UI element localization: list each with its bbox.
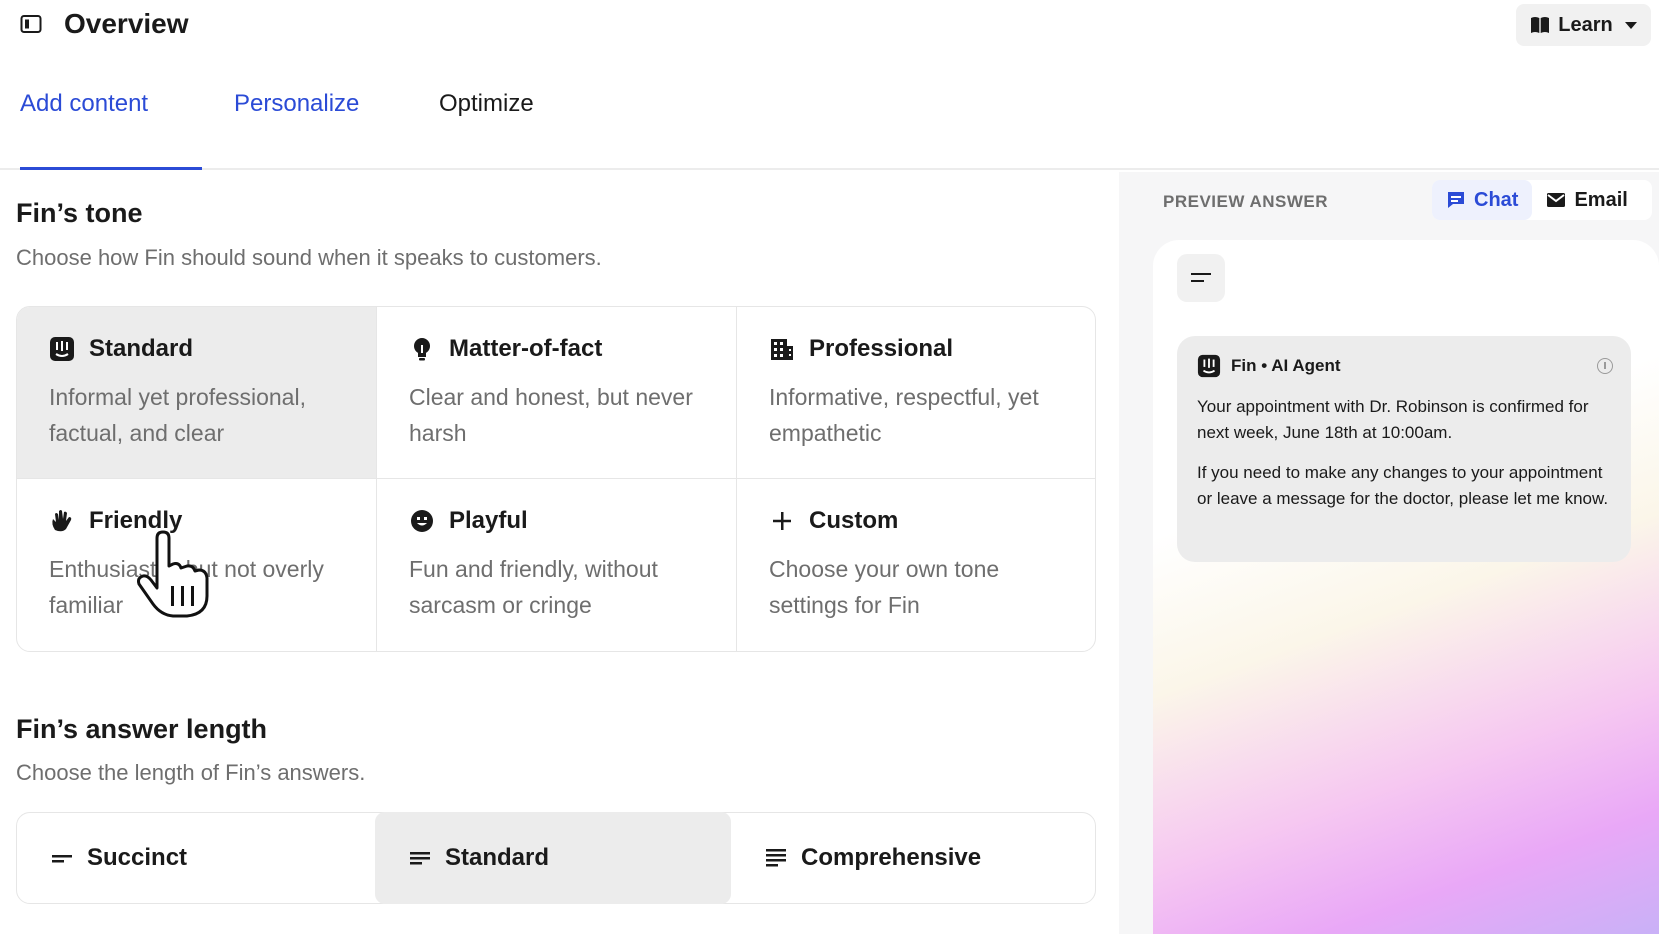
message-paragraph: Your appointment with Dr. Robinson is co… bbox=[1197, 397, 1589, 442]
fin-logo-icon bbox=[50, 337, 74, 361]
chevron-down-icon bbox=[1624, 21, 1637, 29]
tone-label: Playful bbox=[449, 507, 528, 534]
tone-section-title: Fin’s tone bbox=[16, 198, 143, 228]
smiley-icon bbox=[411, 510, 433, 532]
tone-label: Matter-of-fact bbox=[449, 335, 603, 362]
medium-lines-icon bbox=[410, 852, 430, 865]
menu-icon bbox=[1191, 273, 1211, 282]
length-label: Succinct bbox=[87, 844, 188, 871]
tone-description: Clear and honest, but never harsh bbox=[409, 384, 693, 446]
sidebar-toggle-icon[interactable] bbox=[20, 14, 42, 34]
tone-section-description: Choose how Fin should sound when it spea… bbox=[16, 245, 602, 270]
waving-hand-icon bbox=[52, 510, 72, 532]
tone-description: Informal yet professional, factual, and … bbox=[49, 384, 306, 446]
chat-icon bbox=[1448, 192, 1464, 208]
lightbulb-icon bbox=[414, 338, 430, 361]
tone-label: Custom bbox=[809, 507, 899, 534]
email-label: Email bbox=[1574, 188, 1628, 211]
tone-description: Fun and friendly, without sarcasm or cri… bbox=[409, 556, 658, 618]
menu-button[interactable] bbox=[1177, 254, 1225, 302]
tab-personalize[interactable]: Personalize bbox=[234, 90, 359, 118]
length-label: Standard bbox=[445, 844, 550, 871]
ai-message-bubble: Fin • AI Agent Your appointment with Dr.… bbox=[1177, 336, 1631, 562]
info-icon[interactable] bbox=[1597, 358, 1613, 374]
tone-description: Choose your own tone settings for Fin bbox=[769, 556, 1000, 618]
email-icon bbox=[1547, 193, 1566, 207]
length-option-standard[interactable]: Standard bbox=[375, 812, 731, 904]
length-label: Comprehensive bbox=[801, 844, 982, 871]
preview-answer-label: PREVIEW ANSWER bbox=[1163, 192, 1329, 211]
sender-name: Fin • AI Agent bbox=[1231, 356, 1341, 375]
long-lines-icon bbox=[766, 849, 786, 867]
learn-label: Learn bbox=[1558, 13, 1613, 36]
message-paragraph: If you need to make any changes to your … bbox=[1197, 463, 1609, 508]
length-section-title: Fin’s answer length bbox=[16, 714, 268, 744]
tone-label: Professional bbox=[809, 335, 954, 362]
chat-preview-window: Fin • AI Agent Your appointment with Dr.… bbox=[1153, 240, 1659, 934]
tone-label: Standard bbox=[89, 335, 194, 362]
channel-switch: Chat Email bbox=[1432, 180, 1652, 220]
tone-option-standard[interactable]: Standard Informal yet professional, fact… bbox=[17, 307, 377, 479]
tone-option-matter-of-fact[interactable]: Matter-of-fact Clear and honest, but nev… bbox=[377, 307, 737, 479]
hand-pointer-cursor-icon bbox=[137, 530, 209, 618]
tone-option-professional[interactable]: Professional Informative, respectful, ye… bbox=[737, 307, 1095, 479]
page-title: Overview bbox=[64, 8, 189, 39]
length-option-succinct[interactable]: Succinct bbox=[17, 813, 375, 903]
email-channel-button[interactable]: Email bbox=[1532, 189, 1641, 212]
building-icon bbox=[771, 339, 793, 360]
length-options: Succinct Standard Comprehensive bbox=[16, 812, 1096, 904]
learn-button[interactable]: Learn bbox=[1516, 4, 1651, 46]
tone-option-custom[interactable]: Custom Choose your own tone settings for… bbox=[737, 479, 1095, 651]
length-option-comprehensive[interactable]: Comprehensive bbox=[731, 813, 1097, 903]
book-icon bbox=[1531, 17, 1550, 33]
fin-avatar-icon bbox=[1197, 354, 1221, 378]
chat-channel-button[interactable]: Chat bbox=[1432, 180, 1533, 220]
tab-bar: Add content Personalize Optimize bbox=[0, 90, 1659, 170]
tab-add-content[interactable]: Add content bbox=[20, 90, 148, 118]
length-section-description: Choose the length of Fin’s answers. bbox=[16, 760, 366, 785]
short-lines-icon bbox=[52, 855, 72, 863]
active-tab-indicator bbox=[20, 167, 202, 170]
tab-optimize[interactable]: Optimize bbox=[439, 90, 534, 118]
chat-label: Chat bbox=[1474, 188, 1519, 211]
plus-icon bbox=[773, 512, 791, 530]
preview-panel: PREVIEW ANSWER Chat Email Fin • AI Agent… bbox=[1119, 172, 1659, 934]
tone-description: Informative, respectful, yet empathetic bbox=[769, 384, 1039, 446]
header: Overview Learn bbox=[0, 0, 1659, 50]
tone-option-playful[interactable]: Playful Fun and friendly, without sarcas… bbox=[377, 479, 737, 651]
